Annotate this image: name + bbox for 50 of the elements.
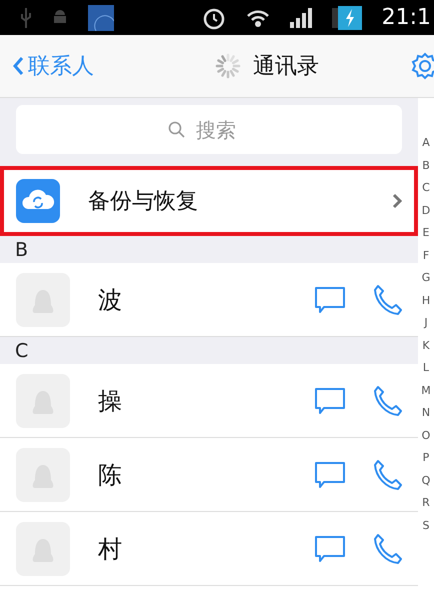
- phone-icon[interactable]: [372, 458, 402, 490]
- settings-icon[interactable]: [410, 51, 434, 81]
- index-letter[interactable]: N: [422, 404, 430, 422]
- index-letter[interactable]: F: [422, 246, 430, 265]
- contact-row[interactable]: 操: [0, 364, 418, 438]
- contact-name: 操: [98, 386, 123, 416]
- section-header: B: [0, 236, 418, 263]
- phone-icon[interactable]: [372, 284, 402, 316]
- phone-icon[interactable]: [372, 384, 402, 416]
- message-icon[interactable]: [314, 460, 346, 488]
- message-icon[interactable]: [314, 286, 346, 314]
- clock: 21:1: [382, 5, 431, 30]
- index-letter[interactable]: K: [422, 336, 430, 355]
- page-title: 通讯录: [253, 53, 319, 81]
- contact-row[interactable]: 村: [0, 512, 418, 586]
- section-header: C: [0, 337, 418, 364]
- cloud-sync-icon: [16, 179, 60, 223]
- index-letter[interactable]: C: [422, 179, 430, 198]
- backup-row[interactable]: 备份与恢复: [0, 166, 418, 236]
- message-icon[interactable]: [314, 534, 346, 562]
- index-letter[interactable]: S: [422, 516, 430, 535]
- contact-name: 波: [98, 284, 123, 316]
- back-chevron-icon: [12, 56, 24, 76]
- backup-label: 备份与恢复: [88, 188, 199, 216]
- contact-row[interactable]: 陈: [0, 438, 418, 512]
- wifi-icon: [246, 8, 270, 28]
- search-field[interactable]: 搜索: [194, 116, 250, 142]
- index-letter[interactable]: O: [422, 426, 430, 445]
- contact-name: 陈: [98, 460, 123, 490]
- index-letter[interactable]: A: [422, 134, 430, 152]
- signal-icon: [290, 8, 312, 28]
- index-letter[interactable]: E: [422, 224, 430, 242]
- search-icon: [168, 120, 186, 138]
- index-letter[interactable]: G: [422, 269, 430, 288]
- chevron-right-icon: [392, 193, 402, 209]
- index-letter[interactable]: P: [422, 449, 430, 468]
- usb-icon: [20, 8, 32, 28]
- battery-icon: [332, 6, 362, 30]
- index-letter[interactable]: R: [422, 494, 430, 512]
- index-letter[interactable]: L: [422, 359, 430, 378]
- index-letter[interactable]: H: [422, 292, 430, 310]
- index-letter[interactable]: Q: [422, 472, 430, 490]
- index-letter[interactable]: D: [422, 202, 430, 220]
- index-letter[interactable]: M: [421, 382, 431, 400]
- phone-icon[interactable]: [372, 532, 402, 564]
- index-letter[interactable]: B: [422, 156, 430, 175]
- index-letter[interactable]: J: [424, 314, 428, 332]
- image-icon: [88, 4, 114, 30]
- message-icon[interactable]: [314, 386, 346, 414]
- contact-name: 村: [98, 534, 123, 564]
